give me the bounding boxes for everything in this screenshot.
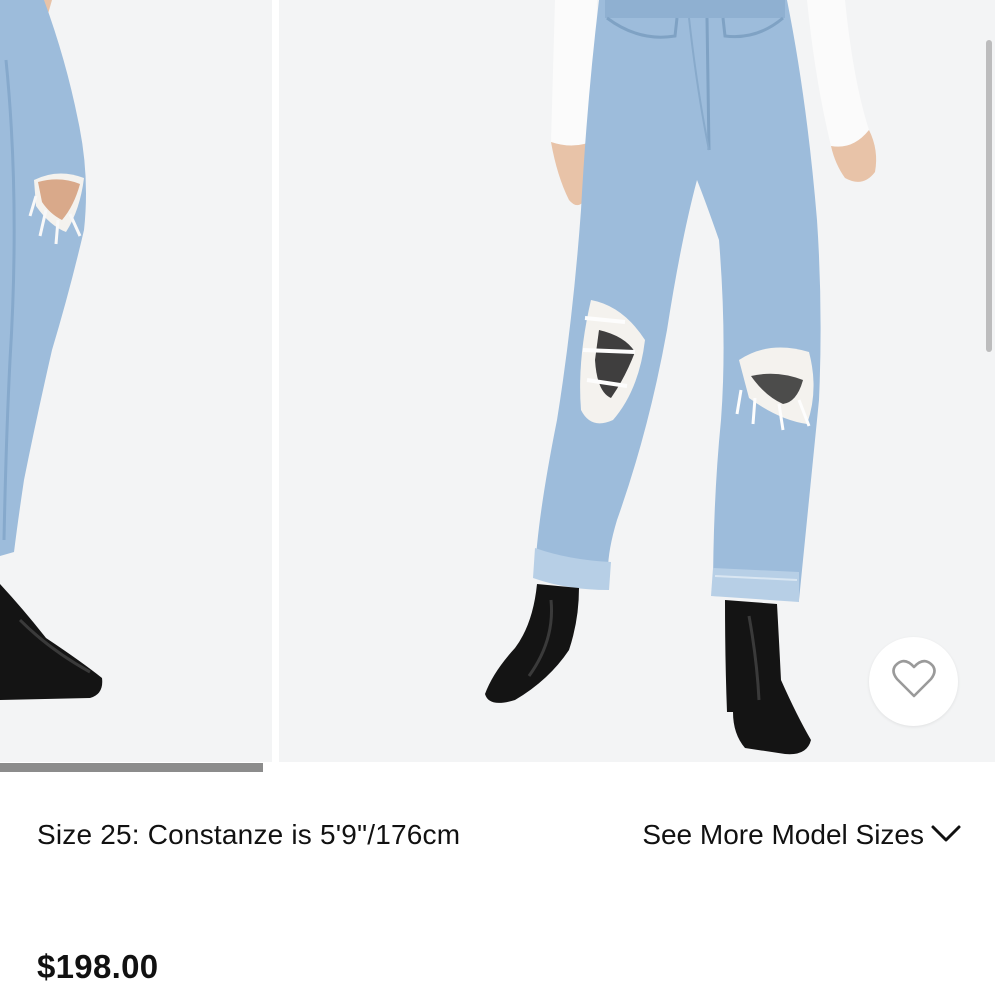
chevron-down-icon [930, 819, 962, 851]
product-image-carousel[interactable] [0, 0, 1000, 765]
see-more-model-sizes-button[interactable]: See More Model Sizes [642, 819, 962, 851]
model-size-row: Size 25: Constanze is 5'9"/176cm See Mor… [37, 815, 962, 855]
carousel-progress-bar [0, 763, 263, 772]
see-more-label: See More Model Sizes [642, 819, 924, 850]
favorite-button[interactable] [869, 637, 958, 726]
product-image-previous[interactable] [0, 0, 272, 762]
model-size-text: Size 25: Constanze is 5'9"/176cm [37, 819, 461, 850]
vertical-scrollbar[interactable] [986, 40, 992, 352]
product-price: $198.00 [37, 948, 159, 985]
heart-outline-icon [891, 658, 937, 705]
model-photo-left [0, 0, 272, 762]
